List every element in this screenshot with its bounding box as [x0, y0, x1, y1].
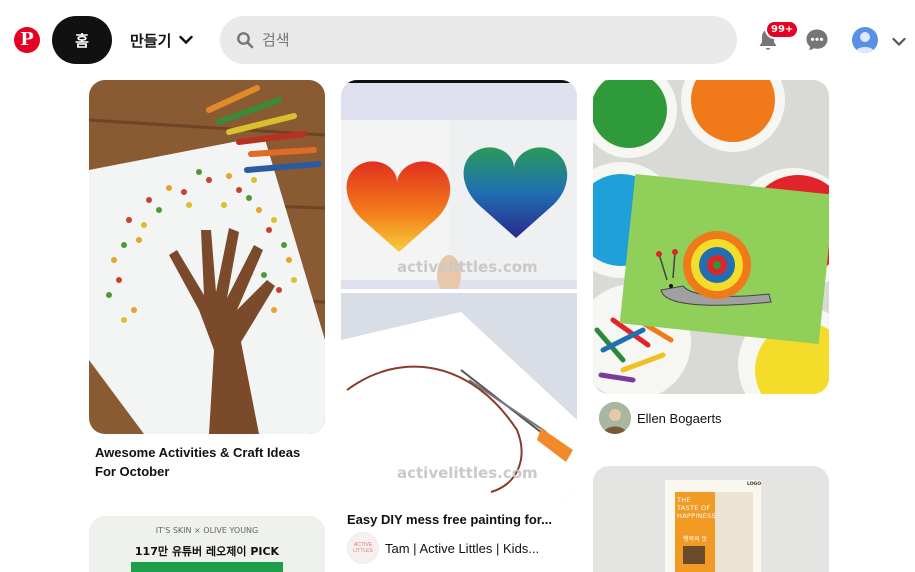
book-subtitle: 행복의 맛 — [683, 536, 707, 543]
creator-avatar — [599, 402, 631, 434]
pin-image-hand-tree[interactable] — [89, 80, 325, 434]
creator-avatar: ACTIVE LITTLES — [347, 532, 379, 564]
creator-name: Tam | Active Littles | Kids... — [385, 540, 540, 556]
pinterest-logo-icon[interactable]: P — [14, 27, 40, 53]
pin-title[interactable]: Awesome Activities & Craft Ideas For Oct… — [95, 443, 320, 481]
home-button[interactable]: 홈 — [52, 16, 112, 64]
create-dropdown-button[interactable]: 만들기 — [120, 16, 203, 64]
search-icon — [236, 31, 254, 49]
chevron-down-icon — [179, 35, 194, 45]
search-input[interactable] — [262, 31, 702, 49]
notification-count-badge: 99+ — [765, 20, 800, 39]
pin-image-heart-painting[interactable]: activelittles.com activelittles.com — [341, 80, 577, 499]
pin-creator[interactable]: ACTIVE LITTLES Tam | Active Littles | Ki… — [347, 532, 539, 564]
search-bar[interactable] — [220, 16, 737, 64]
account-chevron-down-icon[interactable] — [892, 32, 906, 51]
creator-avatar-text: ACTIVE LITTLES — [353, 542, 373, 554]
watermark-bottom: activelittles.com — [397, 464, 538, 482]
book-title: THE TASTE OF HAPPINESS — [677, 496, 717, 520]
create-label: 만들기 — [130, 31, 172, 50]
banner-brand: IT'S SKIN × OLIVE YOUNG — [155, 526, 259, 535]
pin-image-olive-young[interactable]: IT'S SKIN × OLIVE YOUNG 117만 유튜버 레오제이 PI… — [89, 516, 325, 572]
pin-image-book[interactable]: LOGO THE TASTE OF HAPPINESS 행복의 맛 — [593, 466, 829, 572]
pin-title[interactable]: Easy DIY mess free painting for... — [347, 510, 572, 529]
watermark-top: activelittles.com — [397, 258, 538, 276]
book-brand: LOGO — [747, 482, 762, 487]
pin-creator[interactable]: Ellen Bogaerts — [599, 402, 722, 434]
creator-name: Ellen Bogaerts — [637, 410, 722, 426]
logo-letter: P — [20, 29, 34, 50]
banner-text: 117만 유튜버 레오제이 PICK — [134, 545, 280, 558]
user-avatar[interactable] — [852, 27, 878, 53]
pin-image-tissue-snail[interactable] — [593, 80, 829, 394]
top-navigation-bar: P 홈 만들기 99+ — [0, 0, 915, 80]
messages-icon[interactable] — [805, 28, 829, 52]
